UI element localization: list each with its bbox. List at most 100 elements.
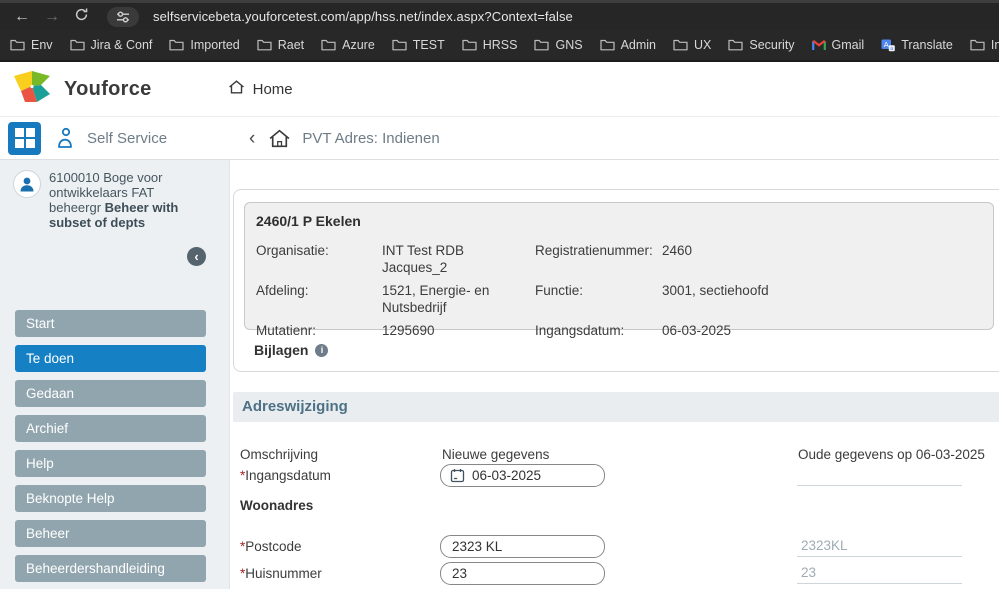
folder-icon: [534, 39, 549, 51]
sidebar-item-beheer[interactable]: Beheer: [15, 520, 206, 547]
folder-icon: [728, 39, 743, 51]
huisnummer-old-value: 23: [797, 562, 962, 584]
ingangsdatum-old-value: [797, 464, 962, 486]
form-row-ingangsdatum: *Ingangsdatum 06-03-2025: [231, 464, 999, 488]
address-bar[interactable]: selfservicebeta.youforcetest.com/app/hss…: [153, 9, 573, 24]
postcode-input[interactable]: [440, 535, 605, 558]
bookmark-label: Azure: [342, 38, 375, 52]
info-icon[interactable]: i: [315, 344, 328, 357]
bookmark-gmail[interactable]: Gmail: [812, 38, 865, 52]
sidebar-item-gedaan[interactable]: Gedaan: [15, 380, 206, 407]
bookmark-ux[interactable]: UX: [673, 38, 711, 52]
bookmark-azure[interactable]: Azure: [321, 38, 375, 52]
breadcrumb-home-icon[interactable]: [268, 128, 291, 149]
home-nav[interactable]: Home: [228, 79, 293, 100]
folder-icon: [970, 39, 985, 51]
bookmark-hrss[interactable]: HRSS: [462, 38, 518, 52]
home-icon: [228, 79, 245, 100]
gmail-icon: [812, 39, 826, 51]
avatar-icon: [13, 170, 41, 198]
bookmark-label: UX: [694, 38, 711, 52]
browser-back-icon[interactable]: ←: [14, 9, 30, 25]
bookmark-label: Gmail: [832, 38, 865, 52]
user-info: 6100010 Boge voor ontwikkelaars FAT behe…: [13, 170, 209, 230]
attachments-label: Bijlagen: [254, 342, 308, 358]
field-value: 3001, sectiehoofd: [662, 282, 982, 316]
bookmark-label: GNS: [555, 38, 582, 52]
browser-reload-icon[interactable]: [74, 7, 89, 26]
ingangsdatum-input[interactable]: 06-03-2025: [440, 464, 605, 487]
sidebar-collapse-button[interactable]: ‹: [187, 247, 206, 266]
sidebar-item-archief[interactable]: Archief: [15, 415, 206, 442]
sidebar-item-beknopte-help[interactable]: Beknopte Help: [15, 485, 206, 512]
user-description: 6100010 Boge voor ontwikkelaars FAT behe…: [49, 170, 209, 230]
col-description: Omschrijving: [240, 447, 318, 462]
huisnummer-input[interactable]: [440, 562, 605, 585]
bookmark-import-export[interactable]: Import-Export: [970, 38, 999, 52]
sidebar: 6100010 Boge voor ontwikkelaars FAT behe…: [0, 160, 230, 589]
youforce-logo-icon: [12, 69, 52, 110]
browser-forward-icon[interactable]: →: [44, 9, 60, 25]
folder-icon: [673, 39, 688, 51]
attachments-row: Bijlagen i: [254, 342, 328, 358]
form-row-huisnummer: *Huisnummer 23: [231, 562, 999, 586]
employee-summary-card: 2460/1 P Ekelen Organisatie:INT Test RDB…: [244, 202, 994, 330]
site-settings-icon[interactable]: [107, 7, 139, 27]
form-subheader-row: Woonadres: [231, 496, 999, 520]
bookmark-imported[interactable]: Imported: [169, 38, 239, 52]
bookmark-jira-conf[interactable]: Jira & Conf: [70, 38, 153, 52]
bookmark-raet[interactable]: Raet: [257, 38, 304, 52]
bookmark-label: Env: [31, 38, 53, 52]
ingangsdatum-value: 06-03-2025: [472, 468, 541, 483]
bookmark-label: Translate: [901, 38, 953, 52]
folder-icon: [392, 39, 407, 51]
folder-icon: [70, 39, 85, 51]
main-content: 2460/1 P Ekelen Organisatie:INT Test RDB…: [231, 160, 999, 589]
field-label: Functie:: [535, 282, 662, 316]
folder-icon: [10, 39, 25, 51]
brand-title: Youforce: [64, 78, 152, 101]
folder-icon: [462, 39, 477, 51]
field-value: INT Test RDB Jacques_2: [382, 242, 535, 276]
breadcrumb-back-icon[interactable]: ‹: [249, 129, 255, 148]
translate-icon: Aa: [881, 38, 895, 52]
bookmark-label: Jira & Conf: [91, 38, 153, 52]
postcode-label: *Postcode: [240, 539, 302, 554]
form-column-headers: Omschrijving Nieuwe gegevens Oude gegeve…: [231, 444, 999, 462]
form-row-postcode: *Postcode 2323KL: [231, 535, 999, 559]
sidebar-menu: Start Te doen Gedaan Archief Help Beknopte He…: [15, 310, 206, 589]
bookmark-gns[interactable]: GNS: [534, 38, 582, 52]
field-value: 1295690: [382, 322, 535, 339]
bookmark-security[interactable]: Security: [728, 38, 794, 52]
sidebar-item-start[interactable]: Start: [15, 310, 206, 337]
bookmark-env[interactable]: Env: [10, 38, 53, 52]
bookmark-label: TEST: [413, 38, 445, 52]
sidebar-item-beheerdershandleiding[interactable]: Beheerdershandleiding: [15, 555, 206, 582]
bookmark-admin[interactable]: Admin: [600, 38, 656, 52]
employee-title: 2460/1 P Ekelen: [256, 213, 982, 229]
calendar-icon[interactable]: [450, 468, 465, 483]
folder-icon: [600, 39, 615, 51]
address-form: Omschrijving Nieuwe gegevens Oude gegeve…: [231, 444, 999, 589]
sidebar-item-help[interactable]: Help: [15, 450, 206, 477]
breadcrumb-title: PVT Adres: Indienen: [302, 130, 439, 147]
employee-panel: 2460/1 P Ekelen Organisatie:INT Test RDB…: [233, 189, 999, 372]
field-value: 06-03-2025: [662, 322, 982, 339]
bookmark-label: Admin: [621, 38, 656, 52]
field-label: Afdeling:: [256, 282, 382, 316]
app-grid-button[interactable]: [8, 122, 41, 155]
bookmark-translate[interactable]: Aa Translate: [881, 38, 953, 52]
bookmark-label: Raet: [278, 38, 304, 52]
bookmark-label: Imported: [190, 38, 239, 52]
folder-icon: [169, 39, 184, 51]
col-old-values: Oude gegevens op 06-03-2025: [798, 447, 985, 462]
field-label: Organisatie:: [256, 242, 382, 276]
bookmark-test[interactable]: TEST: [392, 38, 445, 52]
subnav-bar: Self Service ‹ PVT Adres: Indienen: [0, 117, 999, 160]
postcode-old-value: 2323KL: [797, 535, 962, 557]
person-icon: [56, 126, 74, 150]
sidebar-item-te-doen[interactable]: Te doen: [15, 345, 206, 372]
field-label: Registratienummer:: [535, 242, 662, 276]
svg-text:A: A: [884, 40, 889, 49]
employee-fields: Organisatie:INT Test RDB Jacques_2Regist…: [256, 242, 982, 339]
